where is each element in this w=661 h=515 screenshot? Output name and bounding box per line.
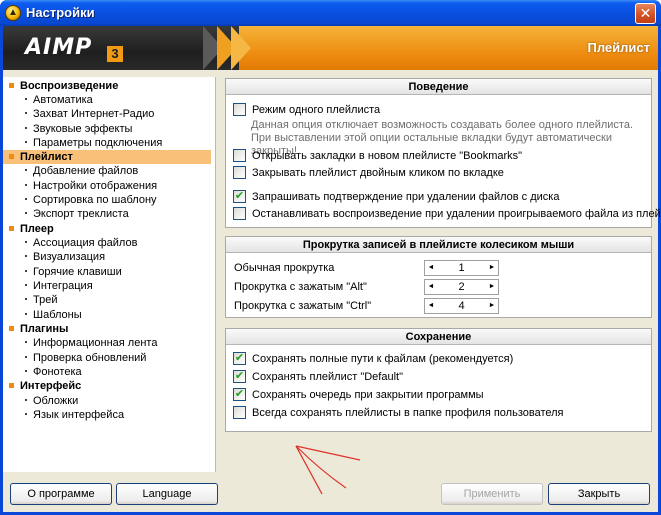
annotation-arrow-icon [295,445,361,495]
